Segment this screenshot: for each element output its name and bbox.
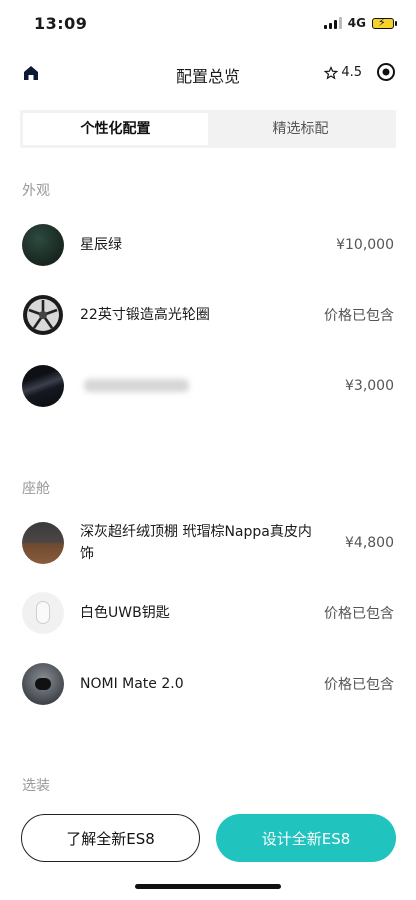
- item-name: 白色UWB钥匙: [80, 605, 170, 621]
- item-price: ¥3,000: [345, 378, 394, 394]
- status-bar: 13:09 4G ⚡: [0, 0, 416, 52]
- list-item[interactable]: NOMI Mate 2.0 价格已包含: [0, 656, 416, 712]
- list-item[interactable]: 深灰超纤绒顶棚 玳瑁棕Nappa真皮内饰 ¥4,800: [0, 515, 416, 571]
- uwb-key-icon: [22, 592, 64, 634]
- item-price: ¥4,800: [345, 535, 394, 551]
- list-item[interactable]: 白色UWB钥匙 价格已包含: [0, 585, 416, 641]
- interior-swatch-icon: [22, 522, 64, 564]
- dark-roof-swatch-icon: [22, 365, 64, 407]
- blurred-item-name: [84, 379, 189, 392]
- tab-personalized[interactable]: 个性化配置: [23, 113, 208, 145]
- nomi-device-icon: [22, 663, 64, 705]
- design-es8-button[interactable]: 设计全新ES8: [216, 814, 396, 862]
- list-item[interactable]: ¥3,000: [0, 358, 416, 414]
- section-cabin-title: 座舱: [22, 481, 50, 497]
- green-paint-swatch-icon: [22, 224, 64, 266]
- section-exterior-title: 外观: [22, 183, 50, 199]
- rating-value: 4.5: [341, 65, 362, 80]
- star-icon: [324, 65, 339, 80]
- item-name: 星辰绿: [80, 237, 122, 253]
- item-price: 价格已包含: [324, 606, 394, 622]
- battery-charging-icon: ⚡: [372, 16, 397, 29]
- item-name: 深灰超纤绒顶棚 玳瑁棕Nappa真皮内饰: [80, 524, 312, 562]
- item-price: 价格已包含: [324, 308, 394, 324]
- learn-es8-button[interactable]: 了解全新ES8: [21, 814, 200, 862]
- item-price: ¥10,000: [336, 237, 394, 253]
- wheel-rim-icon: [23, 295, 63, 335]
- item-price: 价格已包含: [324, 677, 394, 693]
- target-icon[interactable]: [376, 62, 396, 82]
- item-name: NOMI Mate 2.0: [80, 676, 184, 692]
- section-options-title: 选装: [22, 778, 50, 794]
- config-tabs: 个性化配置 精选标配: [20, 110, 396, 148]
- list-item[interactable]: 22英寸锻造高光轮圈 价格已包含: [0, 287, 416, 343]
- network-label: 4G: [347, 16, 366, 30]
- home-indicator: [135, 884, 281, 889]
- status-time: 13:09: [34, 14, 88, 33]
- footer-actions: 了解全新ES8 设计全新ES8: [0, 808, 416, 868]
- nav-bar: 配置总览 4.5: [0, 52, 416, 98]
- item-name: 22英寸锻造高光轮圈: [80, 307, 210, 323]
- status-icons: 4G ⚡: [323, 16, 397, 30]
- rating-button[interactable]: 4.5: [324, 65, 362, 80]
- list-item[interactable]: 星辰绿 ¥10,000: [0, 217, 416, 273]
- tab-standard[interactable]: 精选标配: [208, 113, 393, 145]
- signal-icon: [323, 17, 342, 29]
